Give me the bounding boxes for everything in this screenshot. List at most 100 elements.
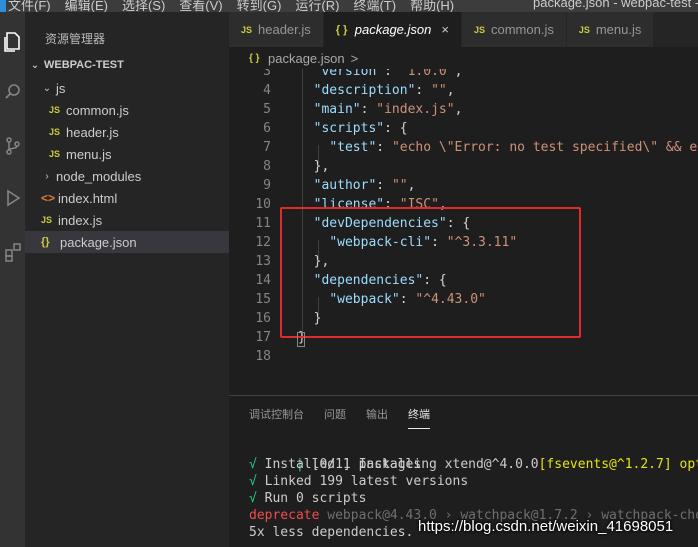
- line-number: 17: [255, 330, 271, 345]
- code-line: 8 },: [229, 157, 698, 176]
- code-text: "main": "index.js",: [313, 102, 463, 117]
- menu-edit[interactable]: 编辑(E): [65, 0, 108, 12]
- run-debug-icon[interactable]: [0, 186, 25, 210]
- code-line: 14 "dependencies": {: [229, 271, 698, 290]
- tree-file-index-html[interactable]: <> index.html: [25, 187, 229, 209]
- panel-tab-terminal[interactable]: 终端: [408, 406, 430, 429]
- tab-common-js[interactable]: JS common.js: [461, 12, 567, 47]
- line-number: 7: [263, 140, 271, 155]
- html-file-icon: <>: [41, 191, 56, 205]
- workspace-section-header[interactable]: ⌄ WEBPAC-TEST: [25, 55, 229, 75]
- panel-tab-debug-console[interactable]: 调试控制台: [249, 406, 304, 429]
- tree-folder-node-modules[interactable]: › node_modules: [25, 165, 229, 187]
- explorer-title: 资源管理器: [45, 32, 106, 46]
- code-text: "webpack": "^4.43.0": [329, 292, 486, 307]
- code-text: },: [298, 159, 330, 174]
- chevron-right-icon: ›: [45, 170, 49, 182]
- menu-help[interactable]: 帮助(H): [410, 0, 454, 12]
- line-number: 4: [263, 83, 271, 98]
- menubar: 文件(F) 编辑(E) 选择(S) 查看(V) 转到(G) 运行(R) 终端(T…: [0, 0, 698, 12]
- code-text: "devDependencies": {: [313, 216, 471, 231]
- line-number: 9: [263, 178, 271, 193]
- line-number: 18: [255, 349, 271, 364]
- code-line: 15 "webpack": "^4.43.0": [229, 290, 698, 309]
- tab-label: package.json: [354, 22, 432, 37]
- text-cursor: [297, 332, 305, 347]
- json-file-icon: {}: [41, 236, 50, 248]
- terminal-line: 5x less dependencies.: [249, 525, 414, 540]
- code-line: 16 }: [229, 309, 698, 328]
- code-text: "author": "",: [313, 178, 416, 193]
- line-number: 14: [255, 273, 271, 288]
- tab-label: menu.js: [595, 22, 642, 37]
- extensions-icon[interactable]: [0, 240, 25, 264]
- tab-header-js[interactable]: JS header.js: [229, 12, 324, 47]
- tree-file-package-json[interactable]: {} package.json: [25, 231, 229, 253]
- code-line: 5 "main": "index.js",: [229, 100, 698, 119]
- tree-item-label: node_modules: [56, 168, 142, 184]
- js-file-icon: JS: [49, 149, 61, 159]
- tree-item-label: menu.js: [66, 146, 112, 162]
- line-number: 10: [255, 197, 271, 212]
- tree-item-label: header.js: [66, 124, 119, 140]
- menu-file[interactable]: 文件(F): [8, 0, 51, 12]
- code-text: "webpack-cli": "^3.3.11": [329, 235, 518, 250]
- tree-file-header-js[interactable]: JS header.js: [25, 121, 229, 143]
- code-text: "version": "1.0.0",: [313, 69, 463, 79]
- tab-package-json[interactable]: { } package.json ×: [323, 12, 462, 47]
- workspace-name: WEBPAC-TEST: [44, 59, 124, 71]
- js-file-icon: JS: [241, 24, 253, 35]
- terminal-line: √ Installed 1 packages: [249, 457, 422, 472]
- js-file-icon: JS: [49, 105, 61, 115]
- explorer-sidebar: 资源管理器 ⌄ WEBPAC-TEST ⌄ js JS common.js JS…: [25, 12, 229, 547]
- code-line: 3 "version": "1.0.0",: [229, 69, 698, 81]
- panel-tab-problems[interactable]: 问题: [324, 406, 346, 429]
- code-line: 18: [229, 347, 698, 366]
- terminal-line: | [0/1] Installing xtend@^4.0.0[fsevents…: [295, 457, 698, 472]
- explorer-icon[interactable]: [0, 30, 25, 54]
- window-title: package.json - webpac-test - Vi: [533, 0, 698, 10]
- line-number: 5: [263, 102, 271, 117]
- code-text: "test": "echo \"Error: no test specified…: [329, 140, 698, 155]
- panel-tab-output[interactable]: 输出: [366, 406, 388, 429]
- source-control-icon[interactable]: [0, 134, 25, 158]
- chevron-down-icon: ⌄: [42, 82, 52, 94]
- menu-terminal[interactable]: 终端(T): [353, 0, 396, 12]
- tree-file-common-js[interactable]: JS common.js: [25, 99, 229, 121]
- close-icon[interactable]: ×: [441, 22, 449, 37]
- json-file-icon: { }: [335, 23, 348, 36]
- menu-view[interactable]: 查看(V): [179, 0, 222, 12]
- code-text: "scripts": {: [313, 121, 408, 136]
- tab-label: common.js: [490, 22, 554, 37]
- terminal-line: √ Linked 199 latest versions: [249, 474, 469, 489]
- line-number: 6: [263, 121, 271, 136]
- tree-file-index-js[interactable]: JS index.js: [25, 209, 229, 231]
- js-file-icon: JS: [578, 24, 590, 35]
- code-line: 13 },: [229, 252, 698, 271]
- json-file-icon: { }: [249, 52, 260, 64]
- menu-selection[interactable]: 选择(S): [122, 0, 165, 12]
- watermark: https://blog.csdn.net/weixin_41698051: [418, 518, 674, 535]
- tree-file-menu-js[interactable]: JS menu.js: [25, 143, 229, 165]
- line-number: 12: [255, 235, 271, 250]
- tab-menu-js[interactable]: JS menu.js: [566, 12, 655, 47]
- search-icon[interactable]: [0, 79, 25, 103]
- code-text: "dependencies": {: [313, 273, 447, 288]
- code-text: "description": "",: [313, 83, 455, 98]
- menu-go[interactable]: 转到(G): [237, 0, 282, 12]
- code-line: 11 "devDependencies": {: [229, 214, 698, 233]
- activity-bar: [0, 12, 25, 547]
- line-number: 3: [263, 69, 271, 79]
- breadcrumb-file[interactable]: package.json: [268, 51, 345, 66]
- tree-item-label: package.json: [60, 234, 137, 250]
- editor-tabs: JS header.js { } package.json × JS commo…: [229, 12, 698, 47]
- tree-item-label: js: [56, 80, 66, 96]
- tree-folder-js[interactable]: ⌄ js: [25, 77, 229, 99]
- breadcrumb-separator: >: [350, 50, 359, 66]
- menu-run[interactable]: 运行(R): [295, 0, 339, 12]
- menu-items: 文件(F) 编辑(E) 选择(S) 查看(V) 转到(G) 运行(R) 终端(T…: [0, 0, 460, 12]
- line-number: 8: [263, 159, 271, 174]
- code-line: 9 "author": "",: [229, 176, 698, 195]
- code-text: },: [298, 254, 330, 269]
- breadcrumb: { } package.json >: [229, 47, 698, 69]
